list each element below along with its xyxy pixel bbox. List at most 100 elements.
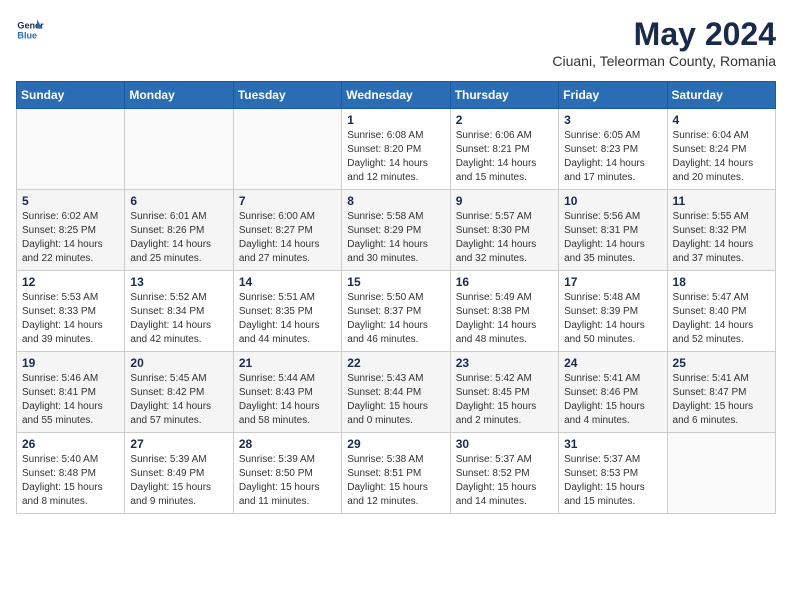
day-info: Sunrise: 5:46 AM Sunset: 8:41 PM Dayligh… [22, 372, 119, 428]
table-row: 28 Sunrise: 5:39 AM Sunset: 8:50 PM Dayli… [233, 433, 341, 514]
day-info: Sunrise: 5:56 AM Sunset: 8:31 PM Dayligh… [564, 210, 661, 266]
table-row: 10Sunrise: 5:56 AM Sunset: 8:31 PM Dayli… [559, 190, 667, 271]
day-info: Sunrise: 5:51 AM Sunset: 8:35 PM Dayligh… [239, 291, 336, 347]
header-saturday: Saturday [667, 82, 775, 109]
calendar-week-row: 26Sunrise: 5:40 AM Sunset: 8:48 PM Dayli… [17, 433, 776, 514]
table-row: 8 Sunrise: 5:58 AM Sunset: 8:29 PM Daylig… [342, 190, 450, 271]
day-number: 16 [456, 275, 553, 289]
day-info: Sunrise: 5:39 AM Sunset: 8:50 PM Dayligh… [239, 453, 336, 509]
day-info: Sunrise: 5:57 AM Sunset: 8:30 PM Dayligh… [456, 210, 553, 266]
table-row: 25 Sunrise: 5:41 AM Sunset: 8:47 PM Dayli… [667, 352, 775, 433]
day-number: 28 [239, 437, 336, 451]
table-row: 27 Sunrise: 5:39 AM Sunset: 8:49 PM Dayli… [125, 433, 233, 514]
calendar-table: Sunday Monday Tuesday Wednesday Thursday… [16, 81, 776, 514]
table-row [667, 433, 775, 514]
calendar-week-row: 12 Sunrise: 5:53 AM Sunset: 8:33 PM Dayli… [17, 271, 776, 352]
table-row: 23 Sunrise: 5:42 AM Sunset: 8:45 PM Dayli… [450, 352, 558, 433]
day-info: Sunrise: 5:40 AM Sunset: 8:48 PM Dayligh… [22, 453, 119, 509]
day-info: Sunrise: 6:04 AM Sunset: 8:24 PM Dayligh… [673, 129, 770, 185]
day-number: 15 [347, 275, 444, 289]
day-info: Sunrise: 6:05 AM Sunset: 8:23 PM Dayligh… [564, 129, 661, 185]
table-row: 16 Sunrise: 5:49 AM Sunset: 8:38 PM Dayli… [450, 271, 558, 352]
day-info: Sunrise: 5:37 AM Sunset: 8:52 PM Dayligh… [456, 453, 553, 509]
table-row: 9 Sunrise: 5:57 AM Sunset: 8:30 PM Daylig… [450, 190, 558, 271]
day-number: 14 [239, 275, 336, 289]
month-year-title: May 2024 [552, 16, 776, 53]
table-row: 31 Sunrise: 5:37 AM Sunset: 8:53 PM Dayli… [559, 433, 667, 514]
day-number: 29 [347, 437, 444, 451]
table-row [17, 109, 125, 190]
table-row [233, 109, 341, 190]
day-number: 19 [22, 356, 119, 370]
day-number: 25 [673, 356, 770, 370]
header-tuesday: Tuesday [233, 82, 341, 109]
day-info: Sunrise: 5:39 AM Sunset: 8:49 PM Dayligh… [130, 453, 227, 509]
table-row: 17 Sunrise: 5:48 AM Sunset: 8:39 PM Dayli… [559, 271, 667, 352]
day-info: Sunrise: 6:01 AM Sunset: 8:26 PM Dayligh… [130, 210, 227, 266]
day-number: 31 [564, 437, 661, 451]
table-row: 20 Sunrise: 5:45 AM Sunset: 8:42 PM Dayli… [125, 352, 233, 433]
day-number: 5 [22, 194, 119, 208]
day-number: 7 [239, 194, 336, 208]
table-row: 12 Sunrise: 5:53 AM Sunset: 8:33 PM Dayli… [17, 271, 125, 352]
table-row: 4 Sunrise: 6:04 AM Sunset: 8:24 PM Daylig… [667, 109, 775, 190]
day-info: Sunrise: 5:43 AM Sunset: 8:44 PM Dayligh… [347, 372, 444, 428]
day-number: 23 [456, 356, 553, 370]
svg-text:Blue: Blue [17, 30, 37, 40]
day-number: 3 [564, 113, 661, 127]
day-number: 27 [130, 437, 227, 451]
day-number: 20 [130, 356, 227, 370]
table-row: 24 Sunrise: 5:41 AM Sunset: 8:46 PM Dayli… [559, 352, 667, 433]
day-number: 6 [130, 194, 227, 208]
header-wednesday: Wednesday [342, 82, 450, 109]
calendar-week-row: 19 Sunrise: 5:46 AM Sunset: 8:41 PM Dayli… [17, 352, 776, 433]
day-info: Sunrise: 5:41 AM Sunset: 8:46 PM Dayligh… [564, 372, 661, 428]
day-number: 17 [564, 275, 661, 289]
day-info: Sunrise: 5:45 AM Sunset: 8:42 PM Dayligh… [130, 372, 227, 428]
table-row: 2 Sunrise: 6:06 AM Sunset: 8:21 PM Daylig… [450, 109, 558, 190]
header-friday: Friday [559, 82, 667, 109]
calendar-week-row: 1Sunrise: 6:08 AM Sunset: 8:20 PM Daylig… [17, 109, 776, 190]
day-number: 12 [22, 275, 119, 289]
table-row: 1Sunrise: 6:08 AM Sunset: 8:20 PM Daylig… [342, 109, 450, 190]
day-info: Sunrise: 5:53 AM Sunset: 8:33 PM Dayligh… [22, 291, 119, 347]
table-row: 3 Sunrise: 6:05 AM Sunset: 8:23 PM Daylig… [559, 109, 667, 190]
day-info: Sunrise: 5:55 AM Sunset: 8:32 PM Dayligh… [673, 210, 770, 266]
day-number: 11 [673, 194, 770, 208]
day-number: 24 [564, 356, 661, 370]
table-row [125, 109, 233, 190]
day-info: Sunrise: 5:52 AM Sunset: 8:34 PM Dayligh… [130, 291, 227, 347]
day-number: 13 [130, 275, 227, 289]
table-row: 29 Sunrise: 5:38 AM Sunset: 8:51 PM Dayli… [342, 433, 450, 514]
table-row: 26Sunrise: 5:40 AM Sunset: 8:48 PM Dayli… [17, 433, 125, 514]
day-info: Sunrise: 5:38 AM Sunset: 8:51 PM Dayligh… [347, 453, 444, 509]
day-info: Sunrise: 5:58 AM Sunset: 8:29 PM Dayligh… [347, 210, 444, 266]
day-info: Sunrise: 5:41 AM Sunset: 8:47 PM Dayligh… [673, 372, 770, 428]
day-number: 8 [347, 194, 444, 208]
table-row: 22 Sunrise: 5:43 AM Sunset: 8:44 PM Dayli… [342, 352, 450, 433]
table-row: 18 Sunrise: 5:47 AM Sunset: 8:40 PM Dayli… [667, 271, 775, 352]
day-number: 9 [456, 194, 553, 208]
day-info: Sunrise: 5:37 AM Sunset: 8:53 PM Dayligh… [564, 453, 661, 509]
table-row: 19 Sunrise: 5:46 AM Sunset: 8:41 PM Dayli… [17, 352, 125, 433]
calendar-header-row: Sunday Monday Tuesday Wednesday Thursday… [17, 82, 776, 109]
day-info: Sunrise: 5:42 AM Sunset: 8:45 PM Dayligh… [456, 372, 553, 428]
day-info: Sunrise: 5:47 AM Sunset: 8:40 PM Dayligh… [673, 291, 770, 347]
day-info: Sunrise: 6:02 AM Sunset: 8:25 PM Dayligh… [22, 210, 119, 266]
day-number: 4 [673, 113, 770, 127]
day-number: 2 [456, 113, 553, 127]
table-row: 14 Sunrise: 5:51 AM Sunset: 8:35 PM Dayli… [233, 271, 341, 352]
page-header: General Blue May 2024 Ciuani, Teleorman … [16, 16, 776, 69]
day-number: 22 [347, 356, 444, 370]
day-info: Sunrise: 5:44 AM Sunset: 8:43 PM Dayligh… [239, 372, 336, 428]
day-info: Sunrise: 5:48 AM Sunset: 8:39 PM Dayligh… [564, 291, 661, 347]
header-sunday: Sunday [17, 82, 125, 109]
day-info: Sunrise: 6:00 AM Sunset: 8:27 PM Dayligh… [239, 210, 336, 266]
table-row: 6 Sunrise: 6:01 AM Sunset: 8:26 PM Daylig… [125, 190, 233, 271]
header-monday: Monday [125, 82, 233, 109]
day-info: Sunrise: 5:49 AM Sunset: 8:38 PM Dayligh… [456, 291, 553, 347]
table-row: 5 Sunrise: 6:02 AM Sunset: 8:25 PM Daylig… [17, 190, 125, 271]
day-info: Sunrise: 6:06 AM Sunset: 8:21 PM Dayligh… [456, 129, 553, 185]
day-number: 18 [673, 275, 770, 289]
title-block: May 2024 Ciuani, Teleorman County, Roman… [552, 16, 776, 69]
